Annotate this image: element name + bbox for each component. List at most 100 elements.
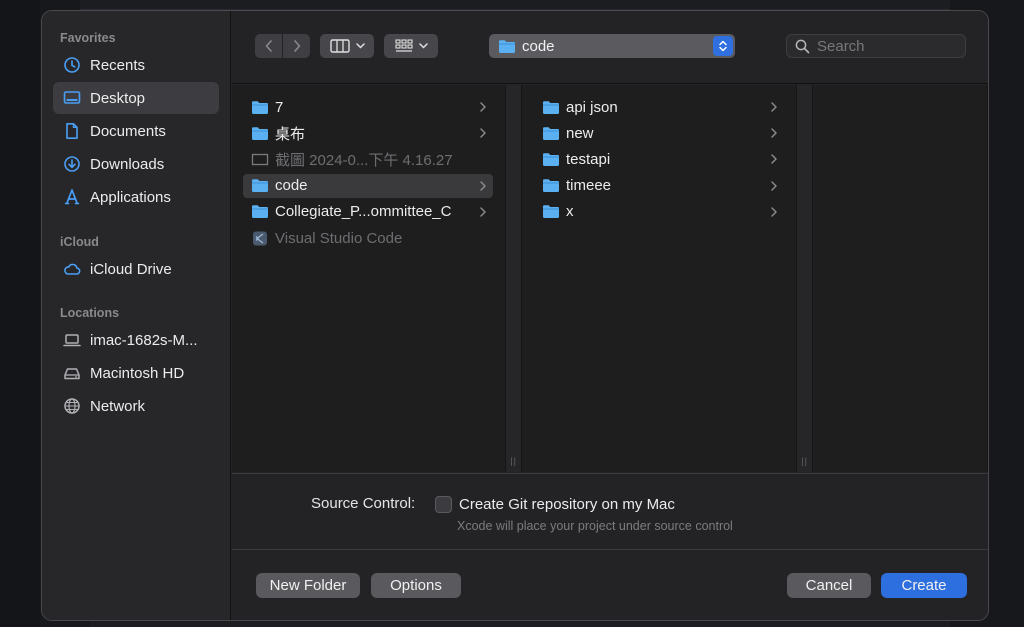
group-button[interactable] [384,34,438,58]
folder-row[interactable]: code [243,173,493,198]
sidebar-section-locations: Locations [60,306,120,320]
sidebar-item-label: Network [90,397,146,415]
browser-column-1[interactable]: || 7 桌布截圖 2024-0...下午 4.16.27 code Collegia… [232,85,522,472]
new-folder-button[interactable]: New Folder [256,573,360,598]
folder-row[interactable]: x [534,200,784,224]
back-button[interactable] [255,34,282,58]
folder-row[interactable]: new [534,121,784,145]
sidebar: Favorites Recents Desktop Documents Down… [42,11,231,620]
sidebar-item-documents[interactable]: Documents [53,115,219,147]
save-dialog: Favorites Recents Desktop Documents Down… [41,10,989,621]
view-mode-button[interactable] [320,34,374,58]
folder-icon [499,39,515,53]
sidebar-item-desktop[interactable]: Desktop [53,82,219,114]
chevron-right-icon [480,180,486,191]
column-scrollbar[interactable]: || [796,85,812,472]
chevron-right-icon [771,207,777,217]
item-name: Collegiate_P...ommittee_C [275,203,452,221]
desktop-icon [63,89,81,107]
item-name: 截圖 2024-0...下午 4.16.27 [275,151,453,169]
folder-icon [252,205,268,219]
chevron-down-icon [418,43,428,49]
sidebar-item-imac[interactable]: imac-1682s-M... [53,324,219,356]
folder-row[interactable]: 桌布 [243,121,493,145]
sidebar-section-icloud: iCloud [60,235,99,249]
location-popup[interactable]: code [489,34,735,58]
folder-icon [543,153,559,166]
create-button[interactable]: Create [881,573,967,598]
sidebar-item-label: Recents [90,56,146,74]
sidebar-item-label: imac-1682s-M... [90,331,198,349]
search-icon [795,39,810,53]
source-control-label: Source Control: [311,495,416,512]
forward-button[interactable] [283,34,310,58]
chevron-right-icon [480,128,486,138]
file-row[interactable]: 截圖 2024-0...下午 4.16.27 [243,147,493,171]
drive-icon [63,364,81,382]
folder-icon [252,179,268,193]
chevron-right-icon [771,128,777,138]
popup-stepper [713,36,733,56]
column-scrollbar[interactable]: || [505,85,521,472]
sidebar-item-applications[interactable]: Applications [53,181,219,213]
applications-icon [63,188,81,206]
cloud-icon [63,260,81,278]
chevron-left-icon [265,40,272,52]
sidebar-item-label: Macintosh HD [90,364,185,382]
sidebar-item-label: Applications [90,188,171,206]
item-name: new [566,124,594,142]
item-name: Visual Studio Code [275,229,403,247]
item-name: code [275,177,308,195]
search-input[interactable] [817,37,957,55]
folder-icon [543,126,559,140]
grid-group-icon [394,39,413,52]
chevron-right-icon [480,207,486,217]
options-button[interactable]: Options [371,573,461,598]
item-name: 7 [275,98,284,116]
git-repo-checkbox-label[interactable]: Create Git repository on my Mac [459,496,675,513]
sidebar-item-label: Downloads [90,155,165,173]
desktop-backdrop [0,0,40,627]
folder-icon [543,100,559,114]
globe-icon [63,397,81,415]
sidebar-item-macintosh-hd[interactable]: Macintosh HD [53,357,219,389]
laptop-icon [63,331,81,349]
chevron-down-icon [355,43,365,49]
folder-row[interactable]: Collegiate_P...ommittee_C [243,200,493,224]
download-icon [63,155,81,173]
folder-row[interactable]: testapi [534,147,784,171]
column-browser: || 7 桌布截圖 2024-0...下午 4.16.27 code Collegia… [232,85,988,472]
vscode-app-icon [253,231,267,245]
browser-column-3[interactable] [814,85,988,472]
up-down-chevron-icon [719,40,727,52]
chevron-right-icon [771,154,777,165]
git-repo-checkbox[interactable] [435,496,452,513]
background-window-edge [80,0,950,10]
chevron-right-icon [771,180,777,191]
toolbar: code [232,11,988,84]
sidebar-item-icloud-drive[interactable]: iCloud Drive [53,253,219,285]
folder-row[interactable]: api json [534,95,784,119]
resize-grip-icon: || [801,456,808,466]
sidebar-item-recents[interactable]: Recents [53,49,219,81]
screenshot-file-icon [251,153,269,166]
folder-row[interactable]: timeee [534,174,784,198]
sidebar-item-network[interactable]: Network [53,390,219,422]
sidebar-section-favorites: Favorites [60,31,116,45]
item-name: x [566,203,574,221]
current-folder-label: code [522,37,555,55]
browser-column-2[interactable]: || api json new testapi timeee x [523,85,813,472]
item-name: timeee [566,177,612,195]
folder-row[interactable]: 7 [243,95,493,119]
file-row[interactable]: Visual Studio Code [243,226,493,250]
cancel-button[interactable]: Cancel [787,573,871,598]
search-field[interactable] [786,34,966,58]
folder-icon [252,100,268,114]
sidebar-item-label: Desktop [90,89,146,107]
chevron-right-icon [480,102,486,112]
sidebar-item-downloads[interactable]: Downloads [53,148,219,180]
item-name: testapi [566,150,611,168]
item-name: api json [566,98,618,116]
sidebar-item-label: Documents [90,122,166,140]
document-icon [63,122,81,140]
